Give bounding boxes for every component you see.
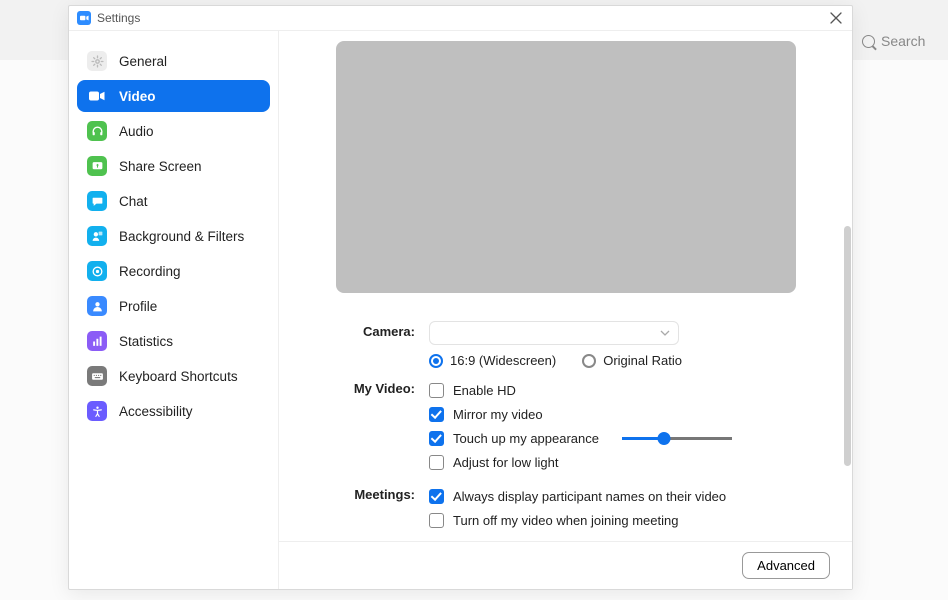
checkbox-label: Mirror my video xyxy=(453,407,543,422)
recording-icon xyxy=(87,261,107,281)
chevron-down-icon xyxy=(660,330,670,336)
sidebar-item-recording[interactable]: Recording xyxy=(77,255,270,287)
sidebar-item-profile[interactable]: Profile xyxy=(77,290,270,322)
checkbox-touch-up-appearance[interactable] xyxy=(429,431,444,446)
camera-label: Camera: xyxy=(309,321,429,339)
checkbox-label: Always display participant names on thei… xyxy=(453,489,726,504)
checkbox-adjust-low-light[interactable] xyxy=(429,455,444,470)
search-placeholder: Search xyxy=(881,33,925,49)
sidebar-item-label: Share Screen xyxy=(119,159,202,174)
checkbox-label: Adjust for low light xyxy=(453,455,559,470)
sidebar-item-label: Recording xyxy=(119,264,181,279)
sidebar-item-share-screen[interactable]: Share Screen xyxy=(77,150,270,182)
accessibility-icon xyxy=(87,401,107,421)
sidebar-item-chat[interactable]: Chat xyxy=(77,185,270,217)
checkbox-turn-off-video-on-join[interactable] xyxy=(429,513,444,528)
radio-label: 16:9 (Widescreen) xyxy=(450,353,556,368)
meetings-label: Meetings: xyxy=(309,484,429,502)
window-title: Settings xyxy=(97,11,140,25)
share-screen-icon xyxy=(87,156,107,176)
radio-original-ratio[interactable]: Original Ratio xyxy=(582,353,682,368)
close-icon xyxy=(830,12,842,24)
vertical-scrollbar[interactable] xyxy=(844,226,851,466)
sidebar-item-background-filters[interactable]: Background & Filters xyxy=(77,220,270,252)
zoom-logo-icon xyxy=(77,11,91,25)
settings-sidebar: General Video Audio Share Screen xyxy=(69,31,279,589)
background-filters-icon xyxy=(87,226,107,246)
sidebar-item-audio[interactable]: Audio xyxy=(77,115,270,147)
touch-up-slider[interactable] xyxy=(622,437,732,440)
sidebar-item-label: General xyxy=(119,54,167,69)
sidebar-item-label: Statistics xyxy=(119,334,173,349)
camera-preview xyxy=(336,41,796,293)
sidebar-item-label: Accessibility xyxy=(119,404,193,419)
checkbox-label: Touch up my appearance xyxy=(453,431,599,446)
sidebar-item-label: Keyboard Shortcuts xyxy=(119,369,238,384)
checkbox-label: Enable HD xyxy=(453,383,516,398)
sidebar-item-label: Profile xyxy=(119,299,157,314)
statistics-icon xyxy=(87,331,107,351)
checkbox-label: Turn off my video when joining meeting xyxy=(453,513,678,528)
sidebar-item-label: Chat xyxy=(119,194,148,209)
checkbox-enable-hd[interactable] xyxy=(429,383,444,398)
settings-content: Camera: 16:9 (Widescreen) xyxy=(279,31,852,589)
content-footer: Advanced xyxy=(279,541,852,589)
radio-label: Original Ratio xyxy=(603,353,682,368)
gear-icon xyxy=(87,51,107,71)
modal-titlebar: Settings xyxy=(69,6,852,31)
background-search[interactable]: Search xyxy=(862,28,936,54)
user-icon xyxy=(87,296,107,316)
settings-modal: Settings General Video xyxy=(68,5,853,590)
checkbox-mirror-video[interactable] xyxy=(429,407,444,422)
radio-dot-icon xyxy=(429,354,443,368)
sidebar-item-label: Video xyxy=(119,89,156,104)
my-video-label: My Video: xyxy=(309,378,429,396)
radio-dot-icon xyxy=(582,354,596,368)
keyboard-icon xyxy=(87,366,107,386)
chat-icon xyxy=(87,191,107,211)
slider-knob-icon xyxy=(657,432,670,445)
sidebar-item-general[interactable]: General xyxy=(77,45,270,77)
radio-widescreen[interactable]: 16:9 (Widescreen) xyxy=(429,353,556,368)
sidebar-item-label: Background & Filters xyxy=(119,229,244,244)
camcorder-icon xyxy=(87,86,107,106)
camera-dropdown[interactable] xyxy=(429,321,679,345)
search-icon xyxy=(862,35,875,48)
sidebar-item-video[interactable]: Video xyxy=(77,80,270,112)
sidebar-item-label: Audio xyxy=(119,124,154,139)
advanced-button[interactable]: Advanced xyxy=(742,552,830,579)
sidebar-item-keyboard-shortcuts[interactable]: Keyboard Shortcuts xyxy=(77,360,270,392)
checkbox-display-participant-names[interactable] xyxy=(429,489,444,504)
close-button[interactable] xyxy=(826,8,846,28)
headset-icon xyxy=(87,121,107,141)
sidebar-item-accessibility[interactable]: Accessibility xyxy=(77,395,270,427)
sidebar-item-statistics[interactable]: Statistics xyxy=(77,325,270,357)
